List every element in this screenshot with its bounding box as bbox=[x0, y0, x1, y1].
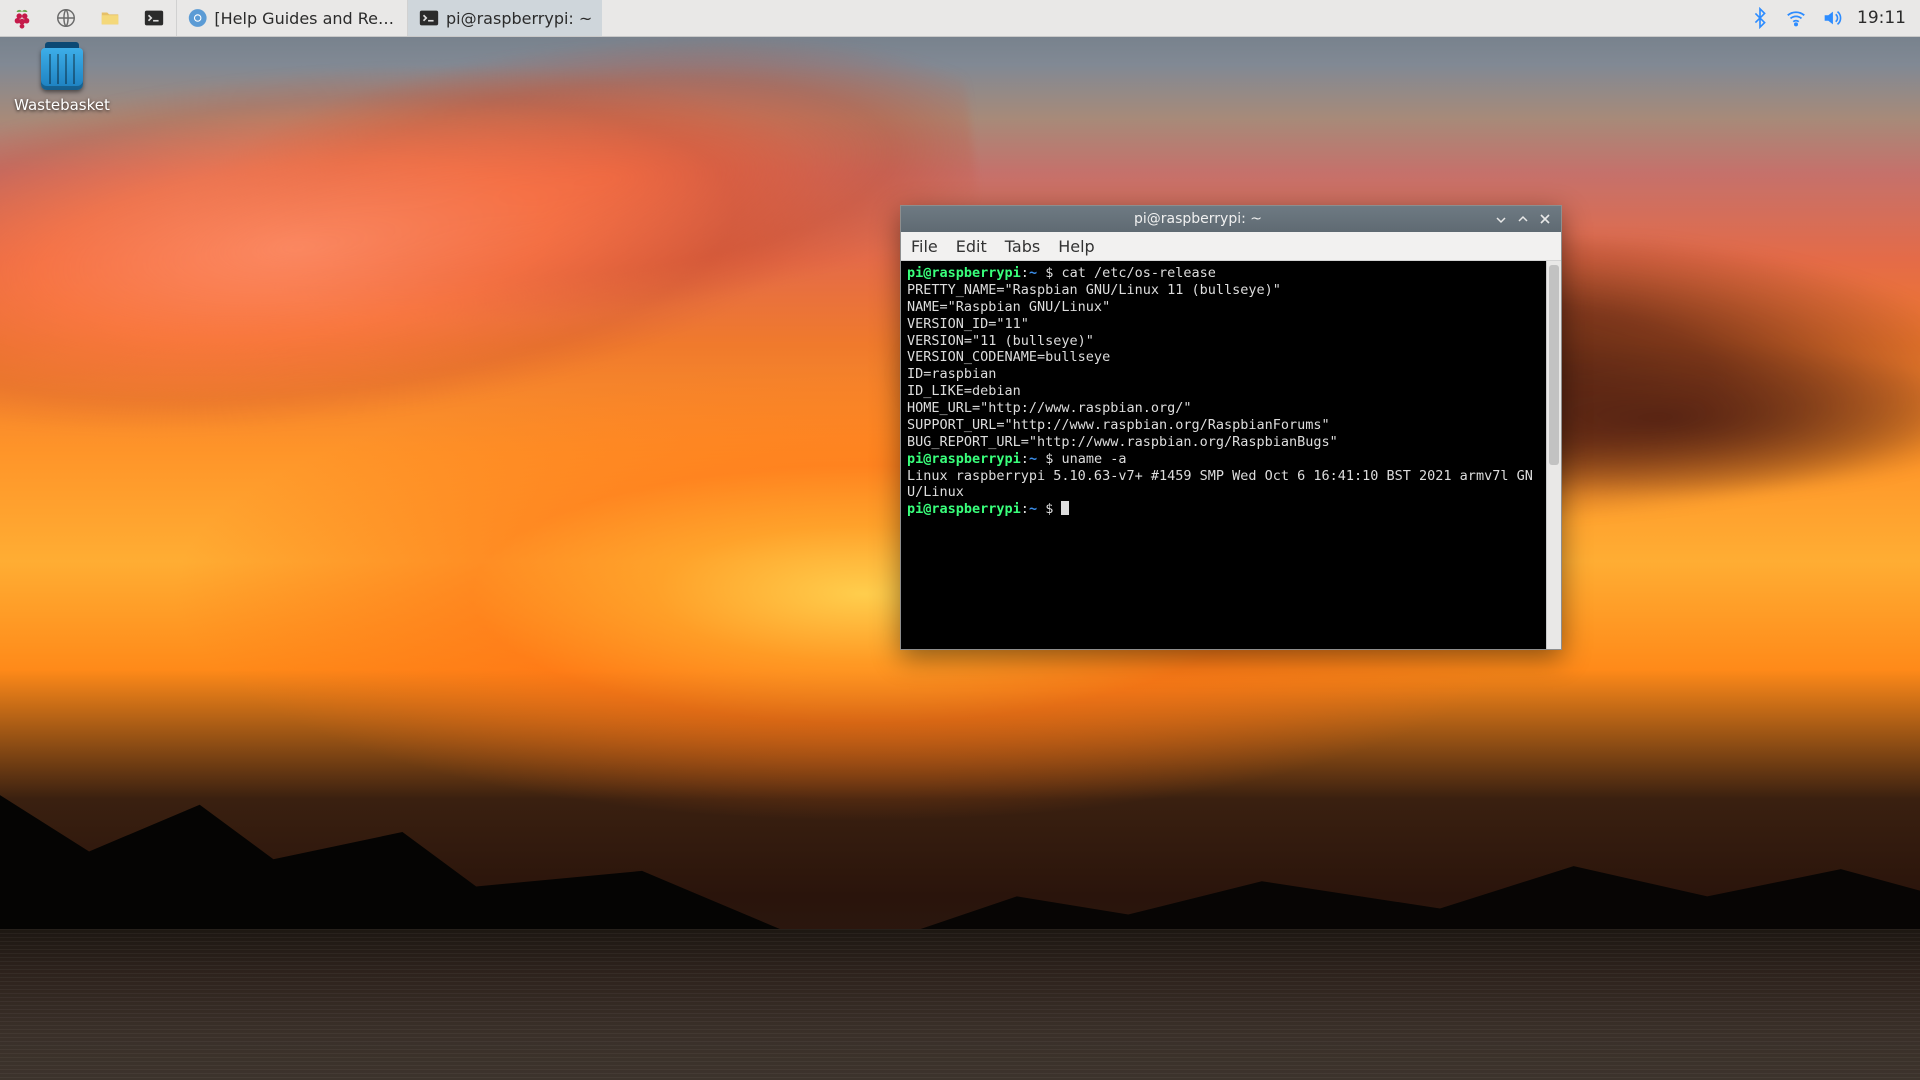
scrollbar-thumb[interactable] bbox=[1549, 265, 1559, 465]
system-tray: 19:11 bbox=[1735, 7, 1920, 29]
raspberry-icon bbox=[11, 7, 33, 29]
terminal-line: BUG_REPORT_URL="http://www.raspbian.org/… bbox=[907, 434, 1338, 450]
terminal-line: VERSION_CODENAME=bullseye bbox=[907, 349, 1110, 365]
folder-icon bbox=[99, 7, 121, 29]
terminal-command: cat /etc/os-release bbox=[1061, 265, 1215, 281]
window-title: pi@raspberrypi: ~ bbox=[907, 211, 1489, 227]
terminal-launcher[interactable] bbox=[132, 0, 176, 36]
terminal-window[interactable]: pi@raspberrypi: ~ File Edit Tabs Help pi… bbox=[900, 205, 1562, 650]
desktop-icon-label: Wastebasket bbox=[8, 96, 116, 114]
terminal-line: ID_LIKE=debian bbox=[907, 383, 1021, 399]
terminal-line: NAME="Raspbian GNU/Linux" bbox=[907, 299, 1110, 315]
taskbar: [Help Guides and Res… pi@raspberrypi: ~ … bbox=[0, 0, 1920, 37]
prompt-path: ~ bbox=[1029, 265, 1037, 281]
terminal-line: Linux raspberrypi 5.10.63-v7+ #1459 SMP … bbox=[907, 468, 1533, 501]
window-titlebar[interactable]: pi@raspberrypi: ~ bbox=[901, 206, 1561, 232]
terminal-scrollbar[interactable] bbox=[1546, 261, 1561, 649]
terminal-line: ID=raspbian bbox=[907, 366, 996, 382]
prompt-user-host: pi@raspberrypi bbox=[907, 451, 1021, 467]
app-menu-button[interactable] bbox=[0, 0, 44, 36]
wifi-icon[interactable] bbox=[1785, 7, 1807, 29]
terminal-line: SUPPORT_URL="http://www.raspbian.org/Ras… bbox=[907, 417, 1330, 433]
prompt-sep: : bbox=[1021, 265, 1029, 281]
taskbar-task-browser[interactable]: [Help Guides and Res… bbox=[176, 0, 407, 36]
web-browser-launcher[interactable] bbox=[44, 0, 88, 36]
terminal-line: VERSION_ID="11" bbox=[907, 316, 1029, 332]
prompt-dollar: $ bbox=[1037, 451, 1061, 467]
window-close-button[interactable] bbox=[1535, 210, 1555, 228]
prompt-sep: : bbox=[1021, 451, 1029, 467]
terminal-line: VERSION="11 (bullseye)" bbox=[907, 333, 1094, 349]
chromium-icon bbox=[187, 7, 208, 29]
terminal-output[interactable]: pi@raspberrypi:~ $ cat /etc/os-release P… bbox=[901, 261, 1546, 649]
trash-icon bbox=[41, 48, 83, 90]
bluetooth-icon[interactable] bbox=[1749, 7, 1771, 29]
terminal-body-wrap: pi@raspberrypi:~ $ cat /etc/os-release P… bbox=[901, 261, 1561, 649]
prompt-sep: : bbox=[1021, 501, 1029, 517]
menu-edit[interactable]: Edit bbox=[956, 237, 987, 256]
terminal-menubar: File Edit Tabs Help bbox=[901, 232, 1561, 261]
menu-tabs[interactable]: Tabs bbox=[1005, 237, 1040, 256]
taskbar-task-terminal[interactable]: pi@raspberrypi: ~ bbox=[407, 0, 602, 36]
desktop-icon-wastebasket[interactable]: Wastebasket bbox=[8, 48, 116, 114]
taskbar-task-label: [Help Guides and Res… bbox=[214, 9, 397, 28]
terminal-command: uname -a bbox=[1061, 451, 1126, 467]
globe-icon bbox=[55, 7, 77, 29]
terminal-icon bbox=[418, 7, 440, 29]
prompt-path: ~ bbox=[1029, 451, 1037, 467]
terminal-cursor bbox=[1061, 501, 1069, 515]
menu-help[interactable]: Help bbox=[1058, 237, 1094, 256]
prompt-dollar: $ bbox=[1037, 265, 1061, 281]
terminal-icon bbox=[143, 7, 165, 29]
volume-icon[interactable] bbox=[1821, 7, 1843, 29]
wallpaper-cloud bbox=[0, 0, 996, 475]
prompt-dollar: $ bbox=[1037, 501, 1061, 517]
window-maximize-button[interactable] bbox=[1513, 210, 1533, 228]
terminal-line: HOME_URL="http://www.raspbian.org/" bbox=[907, 400, 1191, 416]
terminal-line: PRETTY_NAME="Raspbian GNU/Linux 11 (bull… bbox=[907, 282, 1281, 298]
window-minimize-button[interactable] bbox=[1491, 210, 1511, 228]
file-manager-launcher[interactable] bbox=[88, 0, 132, 36]
wallpaper-water bbox=[0, 929, 1920, 1080]
prompt-user-host: pi@raspberrypi bbox=[907, 501, 1021, 517]
prompt-path: ~ bbox=[1029, 501, 1037, 517]
taskbar-task-label: pi@raspberrypi: ~ bbox=[446, 9, 592, 28]
taskbar-clock[interactable]: 19:11 bbox=[1857, 8, 1906, 28]
menu-file[interactable]: File bbox=[911, 237, 938, 256]
prompt-user-host: pi@raspberrypi bbox=[907, 265, 1021, 281]
